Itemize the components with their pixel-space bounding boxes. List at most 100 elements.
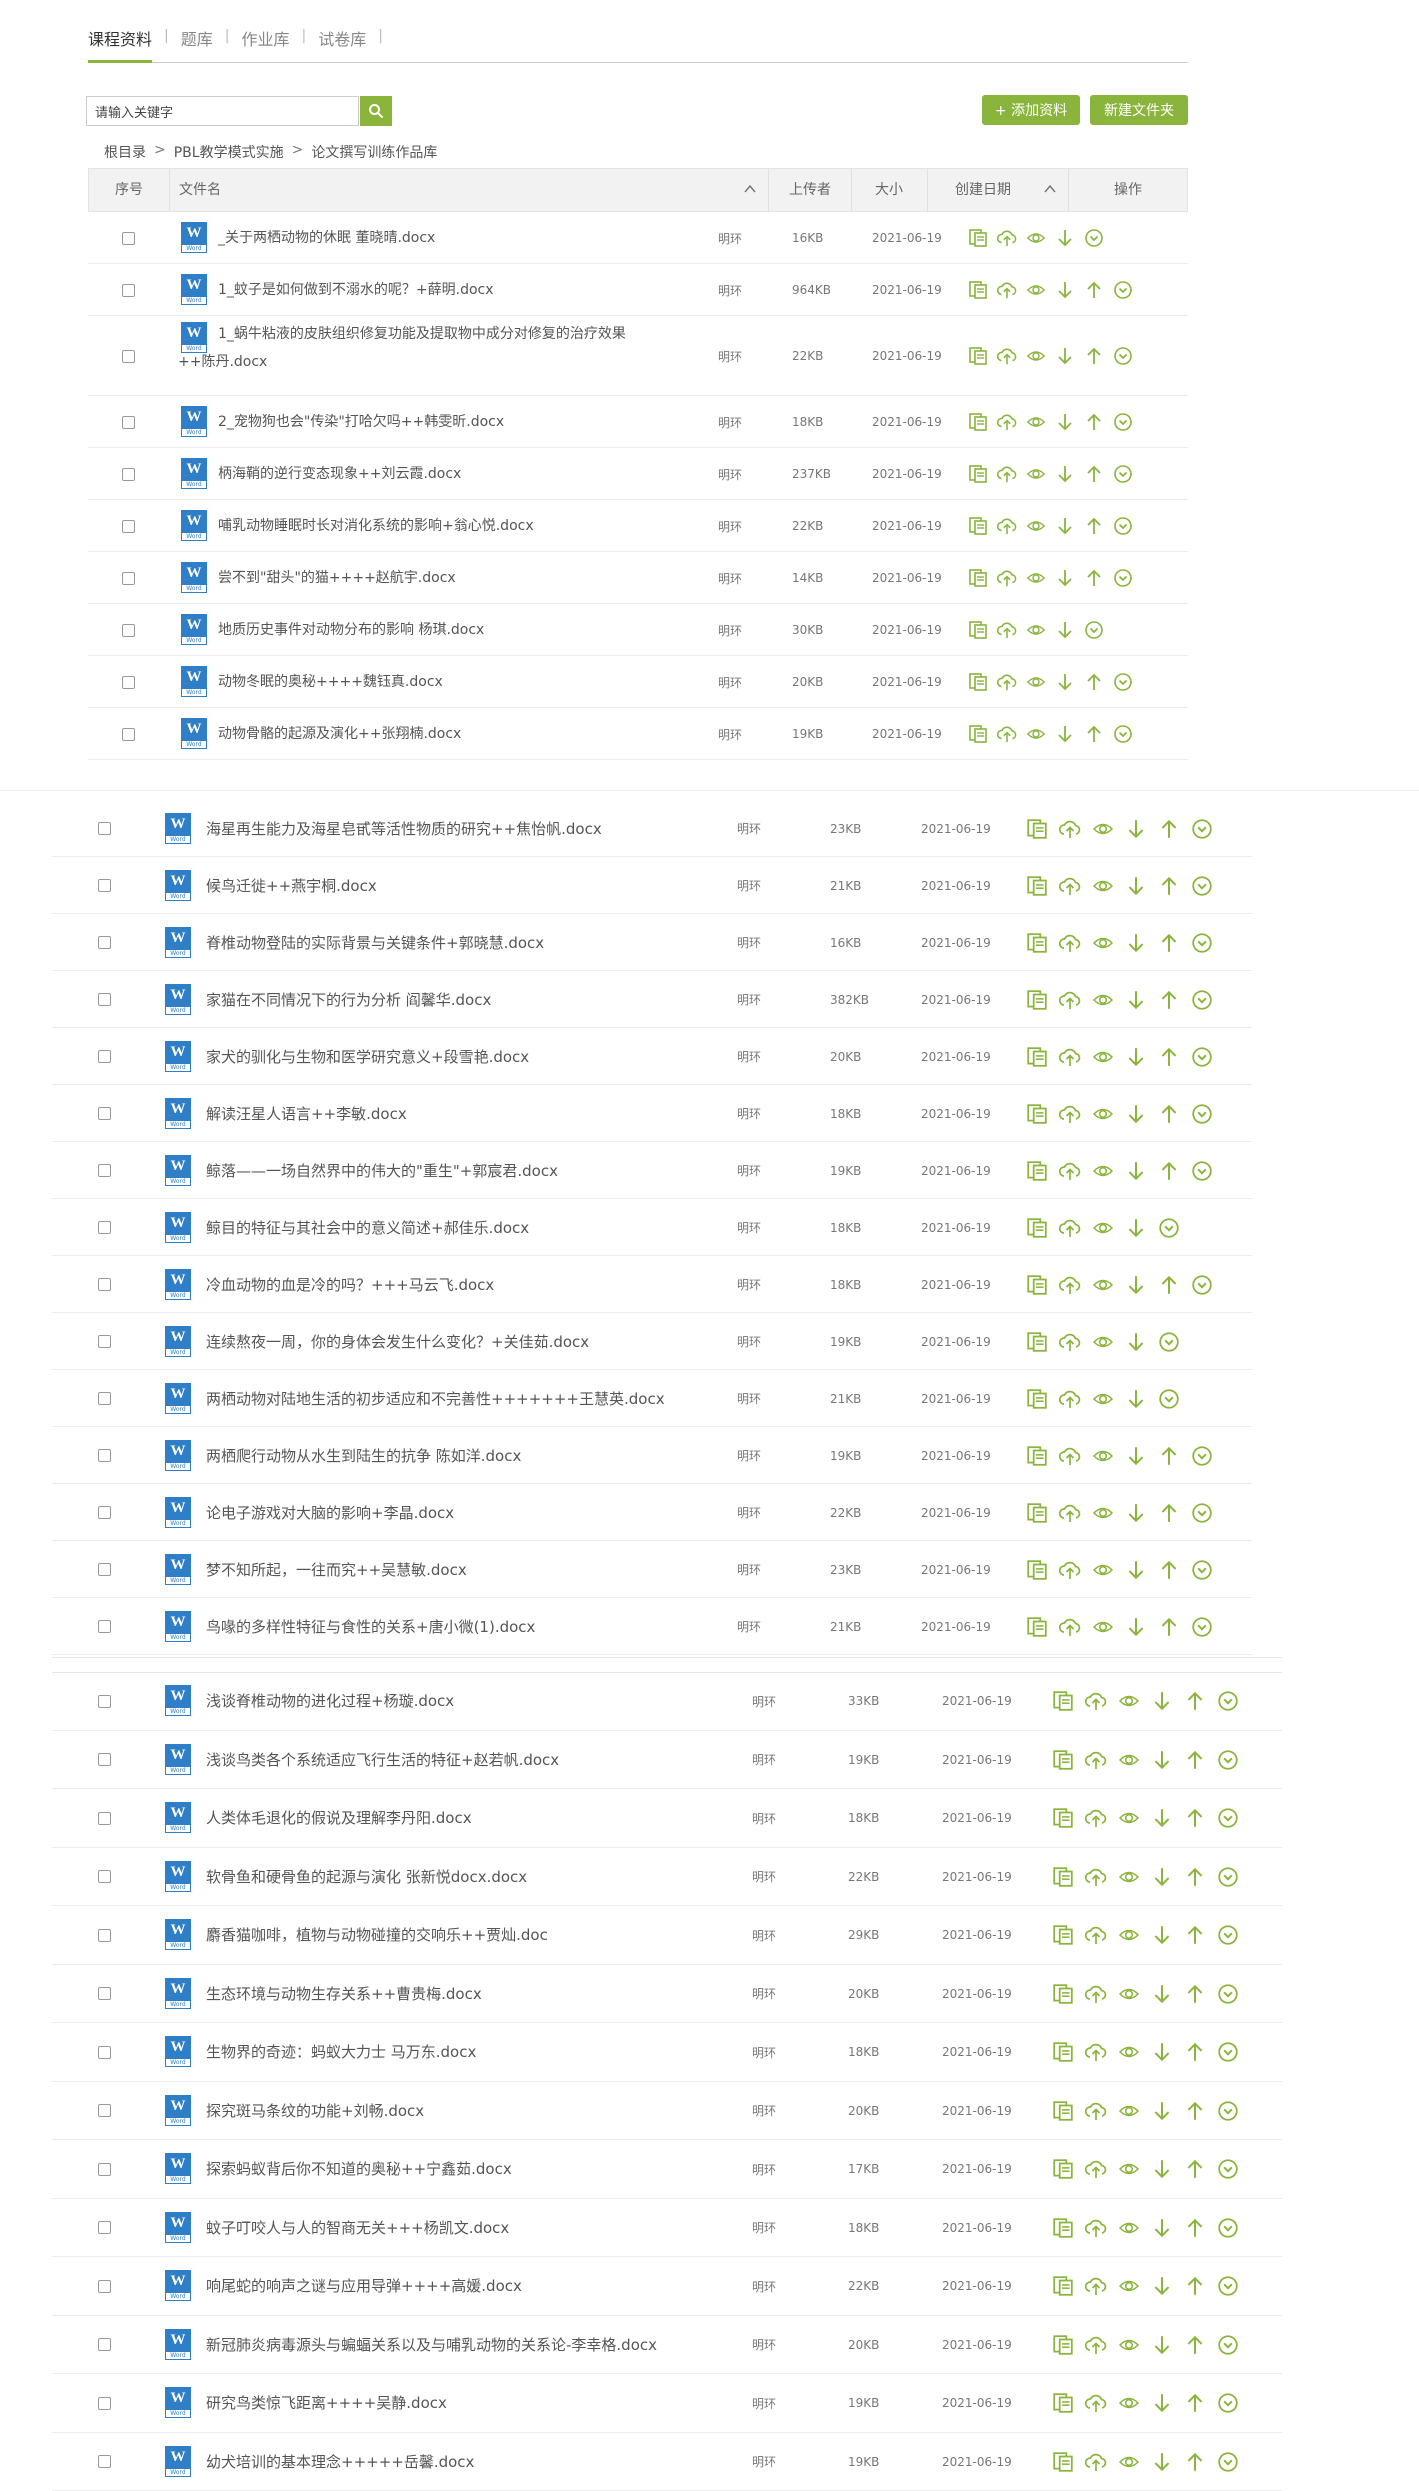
chevron-circle-icon[interactable]: [1113, 568, 1133, 588]
checkbox-box[interactable]: [98, 1050, 111, 1063]
chevron-circle-icon[interactable]: [1113, 412, 1133, 432]
cloud-upload-icon[interactable]: [1085, 1924, 1107, 1946]
cloud-upload-icon[interactable]: [997, 280, 1017, 300]
upload-arrow-icon[interactable]: [1084, 280, 1104, 300]
cloud-upload-icon[interactable]: [1085, 1690, 1107, 1712]
chevron-circle-icon[interactable]: [1113, 346, 1133, 366]
file-name[interactable]: 响尾蛇的响声之谜与应用导弹++++高媛.docx: [206, 2257, 522, 2316]
upload-arrow-icon[interactable]: [1158, 1274, 1180, 1296]
checkbox-box[interactable]: [98, 1987, 111, 2000]
tab-question-bank[interactable]: 题库: [181, 22, 213, 60]
eye-icon[interactable]: [1092, 1331, 1114, 1353]
file-name[interactable]: 冷血动物的血是冷的吗？+++马云飞.docx: [206, 1256, 494, 1313]
file-preview-icon[interactable]: [1052, 1807, 1074, 1829]
file-preview-icon[interactable]: [1026, 1103, 1048, 1125]
cloud-upload-icon[interactable]: [1085, 2041, 1107, 2063]
file-preview-icon[interactable]: [968, 280, 988, 300]
file-name[interactable]: 尝不到"甜头"的猫++++赵航宇.docx: [218, 552, 456, 604]
file-name[interactable]: 浅谈脊椎动物的进化过程+杨璇.docx: [206, 1672, 454, 1731]
upload-arrow-icon[interactable]: [1184, 1690, 1206, 1712]
download-arrow-icon[interactable]: [1125, 1331, 1147, 1353]
new-folder-button[interactable]: 新建文件夹: [1090, 95, 1188, 125]
eye-icon[interactable]: [1092, 875, 1114, 897]
file-preview-icon[interactable]: [1052, 2041, 1074, 2063]
chevron-circle-icon[interactable]: [1191, 932, 1213, 954]
row-checkbox[interactable]: [98, 1028, 111, 1085]
checkbox-box[interactable]: [98, 1449, 111, 1462]
upload-arrow-icon[interactable]: [1084, 516, 1104, 536]
chevron-circle-icon[interactable]: [1217, 2158, 1239, 2180]
eye-icon[interactable]: [1118, 2041, 1140, 2063]
chevron-circle-icon[interactable]: [1113, 724, 1133, 744]
download-arrow-icon[interactable]: [1125, 1559, 1147, 1581]
file-preview-icon[interactable]: [1052, 2158, 1074, 2180]
cloud-upload-icon[interactable]: [1085, 2392, 1107, 2414]
file-preview-icon[interactable]: [1052, 2217, 1074, 2239]
checkbox-box[interactable]: [98, 1392, 111, 1405]
chevron-circle-icon[interactable]: [1113, 672, 1133, 692]
eye-icon[interactable]: [1092, 989, 1114, 1011]
breadcrumb-root[interactable]: 根目录: [104, 142, 146, 162]
checkbox-box[interactable]: [98, 1563, 111, 1576]
cloud-upload-icon[interactable]: [997, 724, 1017, 744]
checkbox-box[interactable]: [98, 1929, 111, 1942]
cloud-upload-icon[interactable]: [997, 412, 1017, 432]
file-name[interactable]: 两栖动物对陆地生活的初步适应和不完善性+++++++王慧英.docx: [206, 1370, 665, 1427]
row-checkbox[interactable]: [122, 264, 135, 316]
cloud-upload-icon[interactable]: [997, 464, 1017, 484]
download-arrow-icon[interactable]: [1055, 516, 1075, 536]
eye-icon[interactable]: [1092, 1160, 1114, 1182]
cloud-upload-icon[interactable]: [1059, 932, 1081, 954]
cloud-upload-icon[interactable]: [1085, 1866, 1107, 1888]
file-preview-icon[interactable]: [1026, 1559, 1048, 1581]
file-preview-icon[interactable]: [968, 464, 988, 484]
upload-arrow-icon[interactable]: [1184, 2334, 1206, 2356]
cloud-upload-icon[interactable]: [997, 228, 1017, 248]
file-name[interactable]: 人类体毛退化的假说及理解李丹阳.docx: [206, 1789, 472, 1848]
file-preview-icon[interactable]: [1026, 1616, 1048, 1638]
upload-arrow-icon[interactable]: [1158, 1046, 1180, 1068]
checkbox-box[interactable]: [122, 284, 135, 297]
chevron-circle-icon[interactable]: [1084, 620, 1104, 640]
chevron-circle-icon[interactable]: [1217, 1749, 1239, 1771]
search-input[interactable]: 请输入关键字: [86, 96, 359, 126]
file-preview-icon[interactable]: [1026, 1445, 1048, 1467]
download-arrow-icon[interactable]: [1055, 280, 1075, 300]
download-arrow-icon[interactable]: [1151, 2334, 1173, 2356]
file-preview-icon[interactable]: [968, 412, 988, 432]
row-checkbox[interactable]: [122, 448, 135, 500]
row-checkbox[interactable]: [98, 2199, 111, 2258]
eye-icon[interactable]: [1092, 1217, 1114, 1239]
file-name[interactable]: 探究斑马条纹的功能+刘畅.docx: [206, 2082, 424, 2141]
checkbox-box[interactable]: [98, 1506, 111, 1519]
file-preview-icon[interactable]: [1026, 1046, 1048, 1068]
checkbox-box[interactable]: [98, 1164, 111, 1177]
file-name[interactable]: 浅谈鸟类各个系统适应飞行生活的特征+赵若帆.docx: [206, 1731, 559, 1790]
chevron-circle-icon[interactable]: [1158, 1388, 1180, 1410]
checkbox-box[interactable]: [98, 2280, 111, 2293]
chevron-circle-icon[interactable]: [1217, 2275, 1239, 2297]
file-preview-icon[interactable]: [968, 228, 988, 248]
download-arrow-icon[interactable]: [1125, 1160, 1147, 1182]
eye-icon[interactable]: [1118, 1690, 1140, 1712]
row-checkbox[interactable]: [98, 2023, 111, 2082]
download-arrow-icon[interactable]: [1151, 2275, 1173, 2297]
checkbox-box[interactable]: [98, 1695, 111, 1708]
file-preview-icon[interactable]: [1052, 2275, 1074, 2297]
cloud-upload-icon[interactable]: [1059, 1502, 1081, 1524]
file-name[interactable]: 柄海鞘的逆行变态现象++刘云霞.docx: [218, 448, 461, 500]
download-arrow-icon[interactable]: [1125, 1217, 1147, 1239]
download-arrow-icon[interactable]: [1151, 2100, 1173, 2122]
file-name[interactable]: 鲸目的特征与其社会中的意义简述+郝佳乐.docx: [206, 1199, 529, 1256]
chevron-circle-icon[interactable]: [1217, 2451, 1239, 2473]
upload-arrow-icon[interactable]: [1158, 1616, 1180, 1638]
checkbox-box[interactable]: [98, 2221, 111, 2234]
download-arrow-icon[interactable]: [1055, 228, 1075, 248]
download-arrow-icon[interactable]: [1055, 568, 1075, 588]
download-arrow-icon[interactable]: [1125, 818, 1147, 840]
row-checkbox[interactable]: [98, 800, 111, 857]
col-filename[interactable]: 文件名: [169, 169, 769, 211]
eye-icon[interactable]: [1118, 2158, 1140, 2180]
download-arrow-icon[interactable]: [1125, 875, 1147, 897]
row-checkbox[interactable]: [122, 396, 135, 448]
